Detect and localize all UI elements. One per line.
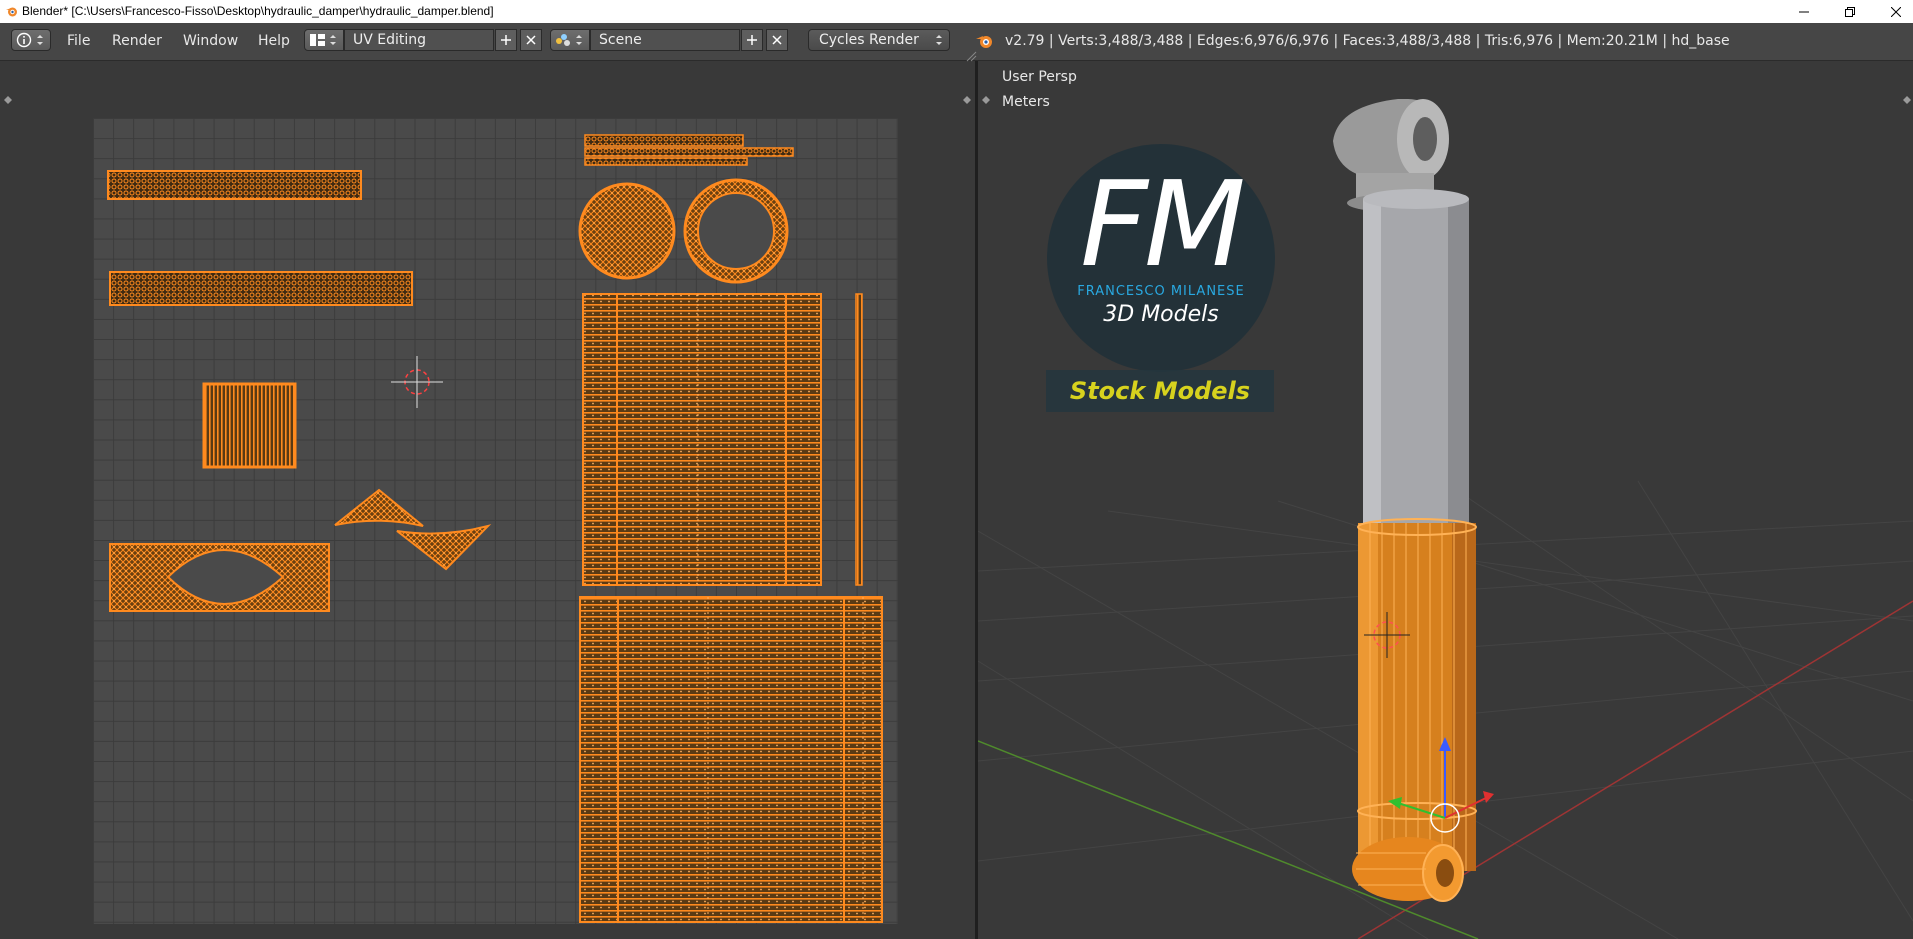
render-engine-dropdown[interactable]: Cycles Render — [808, 29, 950, 51]
delete-screen-layout-button[interactable] — [520, 29, 542, 51]
scene-stats: v2.79 | Verts:3,488/3,488 | Edges:6,976/… — [1005, 33, 1730, 49]
blender-app-icon — [5, 5, 18, 21]
window-title: Blender* [C:\Users\Francesco-Fisso\Deskt… — [22, 4, 494, 18]
info-editor-type-button[interactable] — [11, 29, 51, 51]
menu-help[interactable]: Help — [258, 33, 290, 49]
add-scene-button[interactable] — [741, 29, 763, 51]
menu-window[interactable]: Window — [183, 33, 238, 49]
region-expand-icon[interactable] — [4, 89, 12, 108]
uv-2d-cursor[interactable] — [391, 356, 443, 408]
scene-icon-button[interactable] — [550, 29, 590, 51]
uv-island-ring[interactable] — [683, 178, 789, 284]
uv-grid-canvas[interactable] — [93, 118, 898, 924]
render-engine-label: Cycles Render — [819, 32, 919, 48]
menu-render[interactable]: Render — [112, 33, 162, 49]
close-window-button[interactable] — [1873, 0, 1913, 23]
uv-island-triangle-left[interactable] — [334, 488, 424, 527]
uv-island-thin-strip-2[interactable] — [584, 147, 794, 157]
stock-models-label: Stock Models — [1069, 377, 1251, 405]
screen-layout-field[interactable]: UV Editing — [344, 29, 494, 51]
add-screen-layout-button[interactable] — [495, 29, 517, 51]
uv-island-thin-strip-1[interactable] — [584, 134, 744, 147]
menu-file[interactable]: File — [67, 33, 90, 49]
window-titlebar: Blender* [C:\Users\Francesco-Fisso\Deskt… — [0, 0, 1913, 23]
fm-brand-name: FRANCESCO MILANESE — [1077, 284, 1245, 299]
3d-viewport[interactable]: User Persp Meters FM FRANCESCO MILANESE … — [978, 61, 1913, 939]
area-split-corner-icon[interactable] — [965, 47, 977, 66]
uv-island-strip-top[interactable] — [107, 170, 362, 200]
uv-island-cylinder-upper[interactable] — [582, 293, 863, 586]
restore-button[interactable] — [1827, 0, 1873, 23]
fm-watermark-logo: FM FRANCESCO MILANESE 3D Models — [1047, 144, 1275, 372]
minimize-button[interactable] — [1781, 0, 1827, 23]
fm-logo-letters: FM — [1080, 155, 1246, 293]
uv-island-triangle-right[interactable] — [393, 524, 492, 571]
blender-logo-icon — [975, 32, 995, 54]
fm-subtitle: 3D Models — [1103, 302, 1219, 327]
scene-field[interactable]: Scene — [590, 29, 740, 51]
uv-island-disc-filled[interactable] — [578, 182, 676, 280]
stock-models-badge: Stock Models — [1046, 370, 1274, 412]
screen-layout-icon-button[interactable] — [304, 29, 344, 51]
damper-bottom-eye-selected[interactable] — [1352, 837, 1464, 902]
uv-island-thin-strip-3[interactable] — [584, 157, 748, 166]
uv-island-cylinder-lower[interactable] — [579, 596, 883, 923]
uv-islands[interactable] — [93, 118, 898, 924]
uv-island-block[interactable] — [202, 382, 297, 469]
uv-island-lens[interactable] — [109, 543, 330, 612]
uv-image-editor[interactable] — [0, 61, 975, 939]
uv-island-strip-middle[interactable] — [109, 271, 413, 306]
region-expand-right-icon[interactable] — [963, 89, 971, 108]
dropdown-arrows-icon — [935, 33, 943, 51]
top-header: File Render Window Help UV Editing Scene… — [0, 23, 1913, 61]
delete-scene-button[interactable] — [766, 29, 788, 51]
